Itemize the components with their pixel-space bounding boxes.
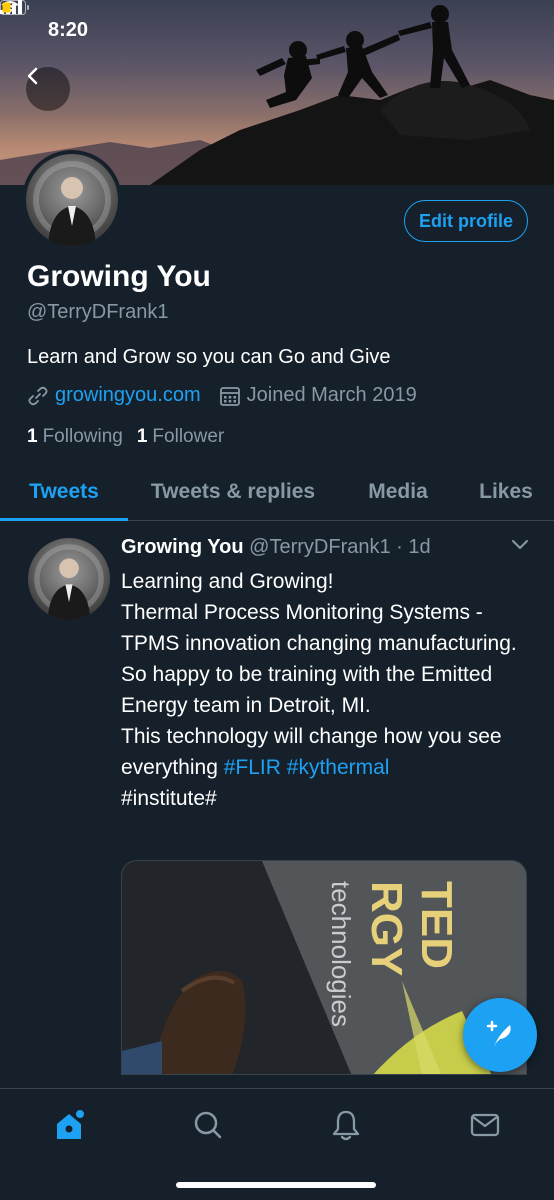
avatar-image: [26, 154, 118, 246]
tweet-text: Learning and Growing! Thermal Process Mo…: [121, 566, 536, 814]
profile-meta: growingyou.com Joined March 2019: [27, 384, 417, 407]
profile-name: Growing You: [27, 260, 211, 293]
profile-website-link[interactable]: growingyou.com: [55, 384, 201, 407]
compose-tweet-button[interactable]: [463, 998, 537, 1072]
followers-count: 1: [136, 426, 148, 447]
home-icon: [57, 1110, 85, 1139]
home-indicator[interactable]: [176, 1182, 376, 1188]
profile-joined-date: Joined March 2019: [246, 384, 417, 406]
battery-icon: [0, 0, 29, 15]
profile-handle: @TerryDFrank1: [27, 301, 169, 323]
back-arrow-icon: [27, 67, 38, 85]
status-bar: 8:20: [0, 0, 554, 60]
search-icon: [194, 1111, 221, 1139]
notifications-icon: [333, 1110, 360, 1141]
status-time: 8:20: [48, 18, 89, 41]
back-button[interactable]: [26, 67, 70, 111]
media-text: RGY: [362, 881, 411, 976]
chevron-down-icon[interactable]: [510, 538, 530, 552]
tweet-avatar[interactable]: [28, 538, 110, 620]
profile-tabs: Tweets Tweets & replies Media Likes: [0, 464, 554, 521]
tweet-line: This technology will change how you see …: [121, 721, 536, 783]
profile-avatar[interactable]: [22, 150, 122, 250]
profile-bio: Learn and Grow so you can Go and Give: [27, 346, 391, 368]
nav-home[interactable]: [39, 1107, 99, 1147]
edit-profile-button[interactable]: Edit profile: [404, 200, 528, 242]
tweet-handle-time: @TerryDFrank1 · 1d: [249, 536, 431, 558]
media-text: TED: [412, 881, 461, 969]
tweet-line: So happy to be training with the Emitted…: [121, 663, 493, 717]
calendar-icon: [219, 386, 240, 406]
follow-stats: 1 Following 1 Follower: [27, 426, 238, 448]
followers-label: Follower: [152, 426, 225, 447]
tab-tweets[interactable]: Tweets: [0, 464, 128, 521]
nav-messages[interactable]: [455, 1107, 515, 1147]
tweet-avatar-image: [34, 544, 104, 620]
following-stat[interactable]: 1 Following: [27, 426, 123, 448]
following-label: Following: [42, 426, 123, 447]
hashtag-link[interactable]: #FLIR: [224, 756, 281, 779]
media-text: technologies: [326, 881, 356, 1027]
avatar-person-image: [33, 161, 111, 246]
tweet-author-name[interactable]: Growing You: [121, 536, 244, 558]
hashtag-link[interactable]: #kythermal: [287, 756, 390, 779]
tweet-line: Learning and Growing!: [121, 570, 334, 593]
feather-plus-icon: [486, 1020, 511, 1047]
followers-stat[interactable]: 1 Follower: [137, 426, 224, 448]
link-icon: [28, 386, 48, 405]
tweet-line: Thermal Process Monitoring Systems - TPM…: [121, 601, 517, 655]
messages-icon: [470, 1113, 499, 1137]
tab-likes[interactable]: Likes: [458, 464, 554, 520]
nav-search[interactable]: [178, 1107, 238, 1147]
tweet-header: Growing You @TerryDFrank1 · 1d: [121, 536, 431, 559]
tab-media[interactable]: Media: [338, 464, 458, 520]
tab-tweets-replies[interactable]: Tweets & replies: [128, 464, 338, 520]
nav-notifications[interactable]: [316, 1107, 376, 1147]
following-count: 1: [27, 426, 38, 447]
tweet-line: #institute#: [121, 787, 217, 810]
